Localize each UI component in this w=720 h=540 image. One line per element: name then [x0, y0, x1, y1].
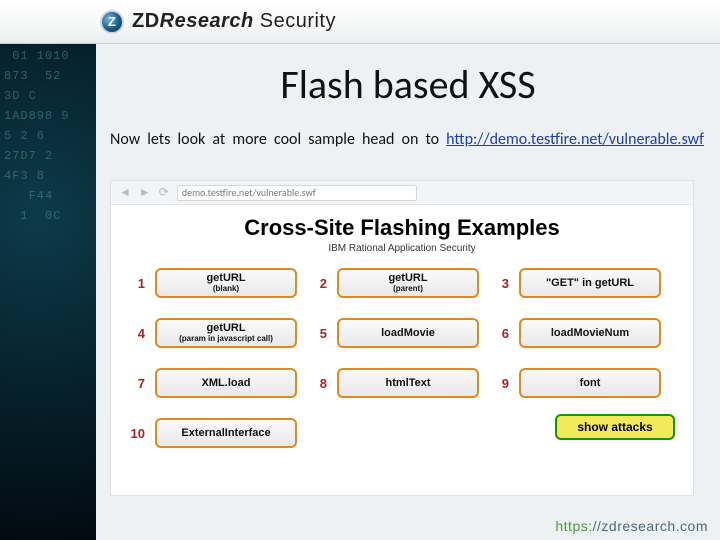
- example-button[interactable]: "GET" in getURL: [519, 268, 661, 298]
- sidebar-decoration: 01 1010 873 52 3D C 1AD898 9 5 2 6 27D7 …: [0, 0, 96, 540]
- cell-num: 7: [125, 376, 145, 391]
- flash-page-body: Cross-Site Flashing Examples IBM Rationa…: [111, 205, 693, 448]
- brand-logo-icon: [100, 10, 124, 34]
- example-button[interactable]: ExternalInterface: [155, 418, 297, 448]
- cell-label: loadMovieNum: [551, 328, 629, 339]
- footer-https: https:: [555, 518, 592, 534]
- cell-sub: (blank): [213, 285, 239, 293]
- cell-label: XML.load: [202, 378, 251, 389]
- example-button[interactable]: getURL(blank): [155, 268, 297, 298]
- example-button[interactable]: getURL(parent): [337, 268, 479, 298]
- slide-title: Flash based XSS: [96, 60, 720, 109]
- cell-label: getURL: [388, 273, 427, 284]
- cell-num: 3: [489, 276, 509, 291]
- flash-heading: Cross-Site Flashing Examples: [125, 215, 679, 241]
- brand-text: ZDResearch Security: [132, 10, 336, 33]
- intro-text: Now lets look at more cool sample head o…: [110, 130, 446, 149]
- cell-num: 9: [489, 376, 509, 391]
- example-button[interactable]: htmlText: [337, 368, 479, 398]
- cell-label: loadMovie: [381, 328, 435, 339]
- topbar: ZDResearch Security: [0, 0, 720, 44]
- intro-link[interactable]: http://demo.testfire.net/vulnerable.swf: [446, 130, 704, 149]
- example-button[interactable]: loadMovie: [337, 318, 479, 348]
- show-attacks-button[interactable]: show attacks: [555, 414, 675, 440]
- cell-num: 2: [307, 276, 327, 291]
- cell-num: 4: [125, 326, 145, 341]
- slide: 01 1010 873 52 3D C 1AD898 9 5 2 6 27D7 …: [0, 0, 720, 540]
- cell-num: 1: [125, 276, 145, 291]
- brand-part2: Research: [160, 10, 254, 32]
- browser-toolbar: ◄ ► ⟳ demo.testfire.net/vulnerable.swf: [111, 181, 693, 205]
- brand-part1: ZD: [132, 10, 160, 32]
- address-bar: demo.testfire.net/vulnerable.swf: [177, 185, 417, 201]
- cell-sub: (param in javascript call): [179, 335, 273, 343]
- example-button[interactable]: XML.load: [155, 368, 297, 398]
- cell-num: 8: [307, 376, 327, 391]
- footer-rest: //zdresearch.com: [593, 518, 708, 534]
- cell-label: htmlText: [385, 378, 430, 389]
- example-button[interactable]: loadMovieNum: [519, 318, 661, 348]
- cell-num: 6: [489, 326, 509, 341]
- example-button[interactable]: getURL(param in javascript call): [155, 318, 297, 348]
- embedded-screenshot: ◄ ► ⟳ demo.testfire.net/vulnerable.swf C…: [110, 180, 694, 496]
- brand-part3: Security: [260, 10, 336, 32]
- address-text: demo.testfire.net/vulnerable.swf: [182, 186, 316, 199]
- row-10: 10 ExternalInterface: [125, 418, 297, 448]
- cell-label: getURL: [206, 273, 245, 284]
- cell-label: getURL: [206, 323, 245, 334]
- intro-paragraph: Now lets look at more cool sample head o…: [110, 130, 704, 149]
- flash-subheading: IBM Rational Application Security: [125, 243, 679, 254]
- cell-label: ExternalInterface: [181, 428, 270, 439]
- footer-url: https://zdresearch.com: [555, 518, 708, 534]
- back-icon: ◄: [119, 185, 131, 200]
- example-button[interactable]: font: [519, 368, 661, 398]
- reload-icon: ⟳: [159, 185, 169, 200]
- cell-label: font: [580, 378, 601, 389]
- cell-label: "GET" in getURL: [546, 278, 634, 289]
- cell-num: 10: [125, 426, 145, 441]
- cell-num: 5: [307, 326, 327, 341]
- forward-icon: ►: [139, 185, 151, 200]
- cell-sub: (parent): [393, 285, 423, 293]
